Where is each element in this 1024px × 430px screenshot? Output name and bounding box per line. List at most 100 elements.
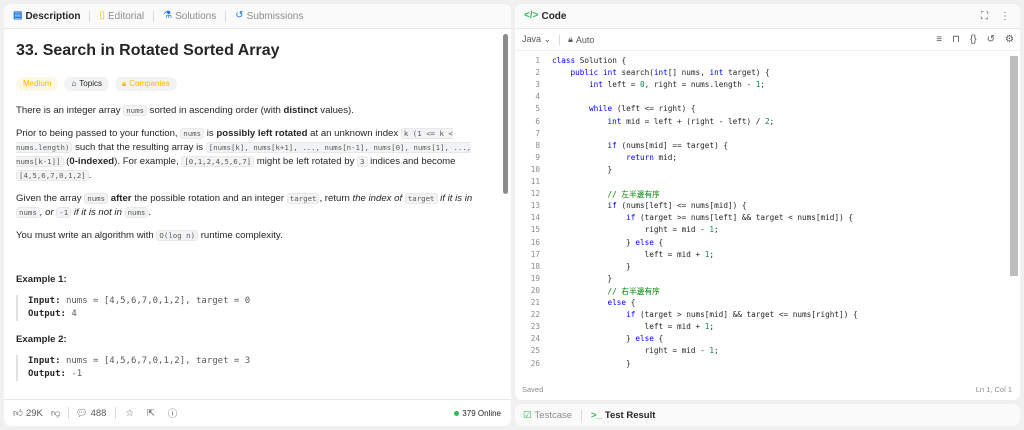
tab-solutions[interactable]: ⚗ Solutions <box>163 11 225 22</box>
dislike-button[interactable]: 👎︎ <box>51 407 61 419</box>
code-line: class Solution { <box>552 56 627 65</box>
checkbox-icon: ☑ <box>523 409 532 421</box>
code-line: if (target > nums[mid] && target <= nums… <box>626 310 858 320</box>
comment-count: 488 <box>90 407 107 419</box>
chevron-down-icon: ⌄ <box>543 34 552 44</box>
editor-toolbar: Java ⌄ 🔒︎ Auto ≡ ⊓ {} ↺ ⚙ <box>515 29 1020 51</box>
line-number: 26 <box>530 358 540 368</box>
line-number: 18 <box>530 261 540 271</box>
text: You must write an algorithm with <box>16 230 157 241</box>
example-2-output: -1 <box>71 369 83 379</box>
line-number: 25 <box>530 346 540 356</box>
inline-code: nums <box>180 128 205 139</box>
favorite-button[interactable]: ☆ <box>125 408 134 419</box>
thumbs-up-icon: 👍︎ <box>13 408 23 419</box>
tab-separator <box>581 409 583 421</box>
inline-code: target <box>404 193 438 204</box>
inline-code: O(log n) <box>156 230 199 241</box>
code-line: public int search(int[] nums, int target… <box>570 68 770 78</box>
code-tab[interactable]: </> Code <box>524 11 575 22</box>
line-number: 9 <box>535 152 540 162</box>
text: , return <box>319 193 353 204</box>
code-line: if (nums[left] <= nums[mid]) { <box>607 201 747 211</box>
divider <box>115 407 117 419</box>
italic-text: if it is in <box>437 193 473 204</box>
braces-icon[interactable]: {} <box>970 34 977 45</box>
italic-text: , or <box>39 207 57 218</box>
line-number: 8 <box>535 140 540 150</box>
reset-icon[interactable]: ↺ <box>987 34 995 45</box>
test-result-tab[interactable]: >_ Test Result <box>591 410 664 421</box>
save-status: Saved <box>522 385 544 394</box>
line-number: 3 <box>535 80 540 90</box>
line-number: 4 <box>535 92 540 102</box>
paragraph-1: There is an integer array nums sorted in… <box>16 104 492 118</box>
line-number: 24 <box>530 334 540 344</box>
code-line: } <box>552 261 631 271</box>
input-label: Input: <box>28 356 61 366</box>
tab-separator <box>153 10 155 22</box>
terminal-icon: >_ <box>591 409 602 421</box>
line-number: 11 <box>530 177 540 186</box>
code-line: // 左半邊有序 <box>607 190 660 200</box>
italic-text: if it is not in <box>71 207 125 218</box>
code-line: } else { <box>552 237 664 247</box>
inline-code: [0,1,2,4,5,6,7] <box>181 156 255 167</box>
example-1-title: Example 1: <box>16 274 67 285</box>
text: . <box>88 170 92 181</box>
inline-code: -1 <box>56 207 72 218</box>
language-select[interactable]: Java ⌄ <box>522 34 551 45</box>
code-line: int mid = left + (right - left) / 2; <box>607 116 775 126</box>
code-line: else { <box>607 298 636 307</box>
code-editor[interactable]: 1 class Solution {2 public int search(int… <box>515 54 1008 372</box>
description-scrollbar[interactable] <box>503 34 508 194</box>
topics-button[interactable]: ⌂ Topics <box>64 77 109 91</box>
code-line: } else { <box>552 334 664 344</box>
tab-submissions[interactable]: ↺ Submissions <box>235 11 312 22</box>
more-icon[interactable]: ⋮ <box>1000 11 1010 22</box>
line-number: 19 <box>530 273 540 283</box>
editor-status-bar: Saved Ln 1, Col 1 <box>522 385 1012 394</box>
line-number: 17 <box>530 249 540 259</box>
code-line: if (nums[mid] == target) { <box>607 140 728 150</box>
format-icon[interactable]: ≡ <box>936 34 942 45</box>
code-line: while (left <= right) { <box>589 104 696 114</box>
line-number: 20 <box>530 285 540 295</box>
code-tab-label: Code <box>541 10 567 22</box>
description-panel: ▤ Description ▯ Editorial ⚗ Solutions ↺ … <box>4 4 511 426</box>
tab-description[interactable]: ▤ Description <box>13 11 89 22</box>
book-icon: ▯ <box>99 10 105 21</box>
test-result-label: Test Result <box>604 409 656 421</box>
line-number: 23 <box>530 322 540 332</box>
online-count: 379 Online <box>462 408 501 418</box>
text: ). For example, <box>114 156 182 167</box>
thumbs-down-icon: 👎︎ <box>50 408 61 419</box>
tag-icon: ⌂ <box>71 79 77 88</box>
share-button[interactable]: ⇱ <box>147 408 155 419</box>
line-number: 13 <box>530 201 540 211</box>
input-label: Input: <box>28 296 61 306</box>
star-icon: ☆ <box>125 407 134 419</box>
text: runtime complexity. <box>198 230 283 241</box>
example-2-block: Input: nums = [4,5,6,7,0,1,2], target = … <box>16 355 492 381</box>
comments-button[interactable]: 💬︎ 488 <box>76 408 107 419</box>
bookmark-icon[interactable]: ⊓ <box>952 34 960 45</box>
line-number: 6 <box>535 116 540 126</box>
mode-label[interactable]: Auto <box>576 35 595 45</box>
comment-icon: 💬︎ <box>75 407 88 419</box>
companies-button[interactable]: 🔒︎ Companies <box>114 77 177 91</box>
like-button[interactable]: 👍︎ 29K <box>13 407 43 420</box>
italic-text: the index of <box>352 193 405 204</box>
expand-icon[interactable]: ⛶ <box>981 11 988 22</box>
help-button[interactable]: ⓘ <box>168 406 178 420</box>
settings-icon[interactable]: ⚙ <box>1005 34 1014 45</box>
bold-text: distinct <box>283 105 318 116</box>
editor-scrollbar[interactable] <box>1010 56 1018 276</box>
code-panel: </> Code ⛶ ⋮ Java ⌄ 🔒︎ Auto ≡ ⊓ {} ↺ ⚙ 1… <box>515 4 1020 400</box>
tab-editorial[interactable]: ▯ Editorial <box>99 11 153 22</box>
online-dot-icon <box>454 410 460 416</box>
inline-code: nums <box>84 193 109 204</box>
code-line: int left = 0, right = nums.length - 1; <box>589 80 766 90</box>
testcase-tab[interactable]: ☑ Testcase <box>523 410 581 421</box>
problem-tags: Medium ⌂ Topics 🔒︎ Companies <box>16 77 492 91</box>
